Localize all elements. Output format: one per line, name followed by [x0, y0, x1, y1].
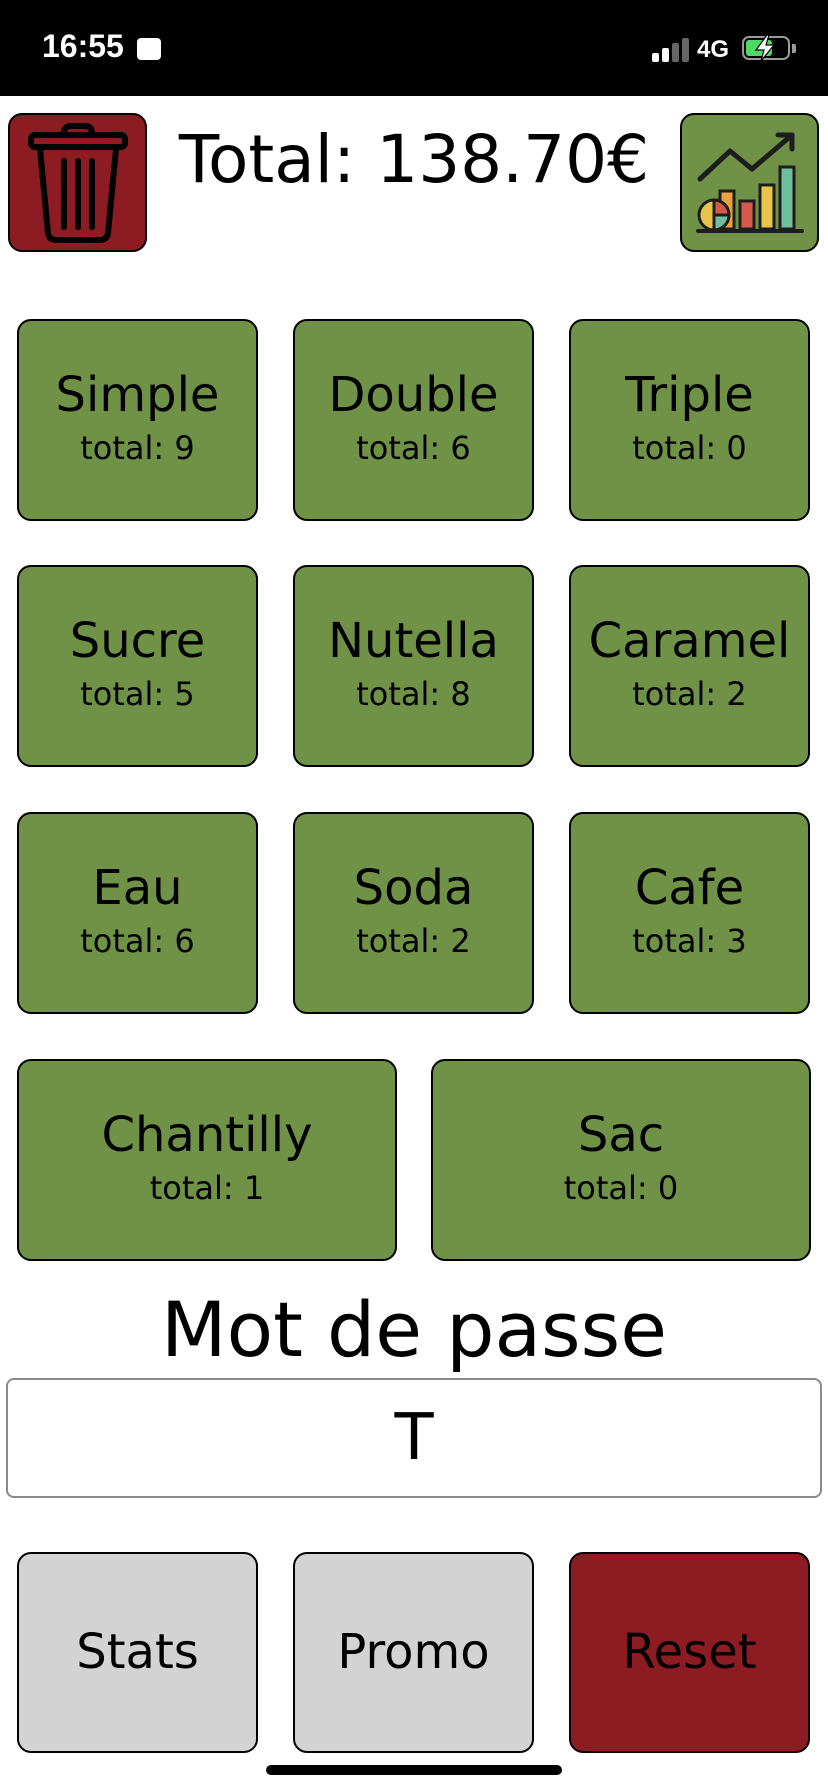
stats-button[interactable]: Stats — [17, 1552, 258, 1753]
product-triple-button[interactable]: Triple total: 0 — [569, 319, 810, 521]
product-eau-button[interactable]: Eau total: 6 — [17, 812, 258, 1014]
product-name: Double — [328, 367, 499, 423]
status-bar: 16:55 4G — [0, 0, 828, 96]
product-total: total: 1 — [149, 1169, 265, 1207]
product-name: Soda — [353, 860, 474, 916]
product-name: Chantilly — [101, 1107, 313, 1163]
product-total: total: 2 — [356, 922, 471, 960]
order-total: Total: 138.70€ — [178, 121, 650, 198]
product-name: Simple — [55, 367, 220, 423]
product-name: Sucre — [69, 613, 206, 669]
password-input[interactable]: T — [6, 1378, 822, 1498]
product-soda-button[interactable]: Soda total: 2 — [293, 812, 534, 1014]
product-cafe-button[interactable]: Cafe total: 3 — [569, 812, 810, 1014]
promo-button[interactable]: Promo — [293, 1552, 534, 1753]
cellular-signal-icon — [652, 36, 690, 62]
product-sac-button[interactable]: Sac total: 0 — [431, 1059, 811, 1261]
product-total: total: 0 — [563, 1169, 679, 1207]
product-chantilly-button[interactable]: Chantilly total: 1 — [17, 1059, 397, 1261]
network-type: 4G — [697, 36, 730, 63]
reset-button[interactable]: Reset — [569, 1552, 810, 1753]
product-total: total: 0 — [632, 429, 747, 467]
trash-icon — [27, 122, 128, 243]
product-name: Cafe — [634, 860, 745, 916]
product-name: Nutella — [328, 613, 499, 669]
battery-icon — [742, 34, 790, 62]
stats-chart-button[interactable] — [680, 113, 819, 252]
product-name: Triple — [625, 367, 754, 423]
product-total: total: 9 — [80, 429, 195, 467]
product-total: total: 6 — [80, 922, 195, 960]
product-nutella-button[interactable]: Nutella total: 8 — [293, 565, 534, 767]
product-name: Caramel — [588, 613, 791, 669]
orientation-lock-icon — [137, 38, 161, 60]
product-total: total: 8 — [356, 675, 471, 713]
chart-icon — [695, 132, 804, 233]
product-total: total: 3 — [632, 922, 747, 960]
product-name: Eau — [92, 860, 183, 916]
password-label: Mot de passe — [161, 1285, 667, 1374]
product-total: total: 5 — [80, 675, 195, 713]
product-total: total: 6 — [356, 429, 471, 467]
trash-button[interactable] — [8, 113, 147, 252]
home-indicator[interactable] — [266, 1765, 562, 1775]
product-total: total: 2 — [632, 675, 747, 713]
product-sucre-button[interactable]: Sucre total: 5 — [17, 565, 258, 767]
battery-cap — [792, 44, 796, 53]
status-time: 16:55 — [42, 28, 124, 64]
product-double-button[interactable]: Double total: 6 — [293, 319, 534, 521]
product-name: Sac — [577, 1107, 665, 1163]
product-simple-button[interactable]: Simple total: 9 — [17, 319, 258, 521]
product-caramel-button[interactable]: Caramel total: 2 — [569, 565, 810, 767]
